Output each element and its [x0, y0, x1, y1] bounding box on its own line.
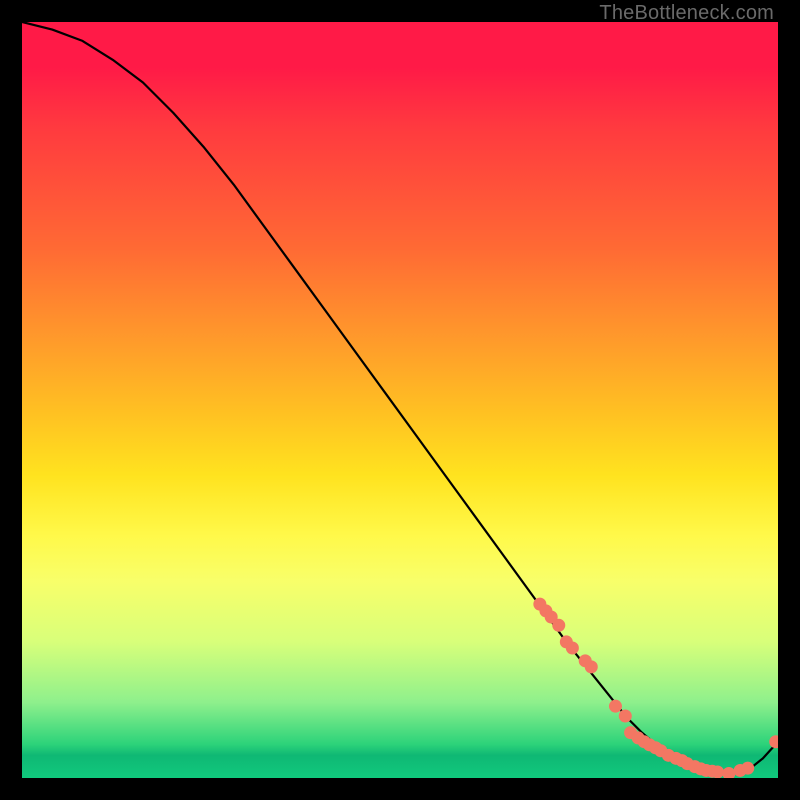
marker-point [619, 710, 632, 723]
chart-stage: TheBottleneck.com [0, 0, 800, 800]
chart-svg [22, 22, 778, 778]
marker-point [566, 641, 579, 654]
marker-point [741, 762, 754, 775]
marker-point [769, 735, 778, 748]
marker-point [585, 660, 598, 673]
watermark-text: TheBottleneck.com [599, 2, 774, 25]
marker-point [552, 619, 565, 632]
marker-point [609, 700, 622, 713]
highlighted-points [533, 598, 778, 778]
marker-point [722, 767, 735, 778]
marker-point [711, 765, 724, 778]
bottleneck-curve [22, 22, 778, 773]
plot-area [22, 22, 778, 778]
